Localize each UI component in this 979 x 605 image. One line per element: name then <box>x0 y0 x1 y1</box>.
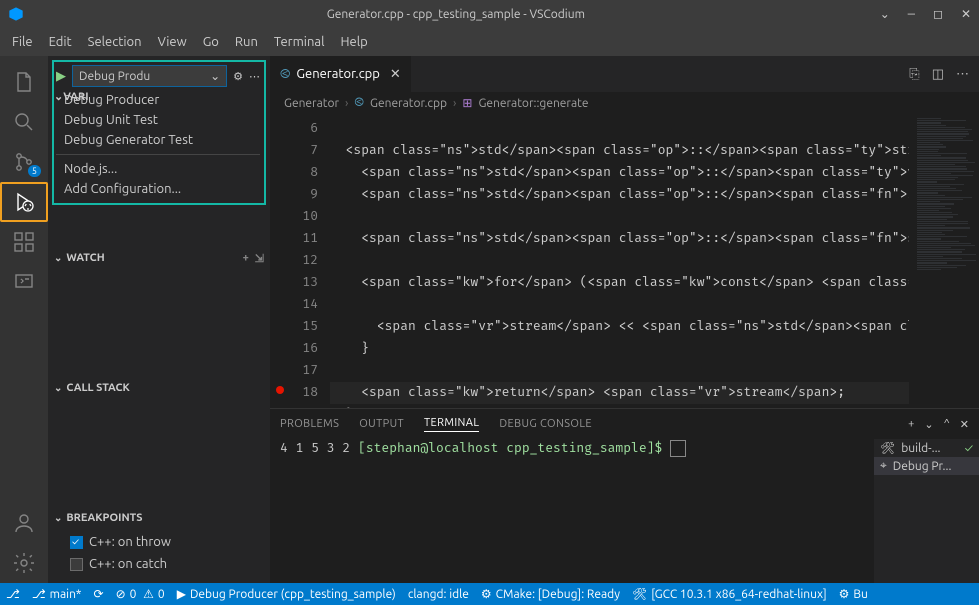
sync-icon[interactable]: ⟳ <box>94 587 104 601</box>
checkbox[interactable] <box>70 558 83 571</box>
title-bar: Generator.cpp - cpp_testing_sample - VSC… <box>0 0 979 28</box>
scm-icon[interactable]: 5 <box>0 142 48 182</box>
compare-icon[interactable]: ⎘ <box>909 67 919 82</box>
gear-icon[interactable]: ⚙ <box>233 70 243 83</box>
breakpoint-item[interactable]: C++: on catch <box>70 553 262 575</box>
callstack-section-header[interactable]: ⌄CALL STACK <box>48 377 270 399</box>
menu-terminal[interactable]: Terminal <box>266 28 333 56</box>
menu-view[interactable]: View <box>150 28 195 56</box>
tools-icon: 🛠 <box>880 441 895 455</box>
terminal-cursor <box>670 440 686 457</box>
minimap[interactable] <box>909 114 979 408</box>
explorer-icon[interactable] <box>0 62 48 102</box>
variables-section-header[interactable]: ⌄VARI <box>54 90 89 103</box>
menu-help[interactable]: Help <box>332 28 375 56</box>
debug-config-value: Debug Produ <box>79 70 150 83</box>
extensions-icon[interactable] <box>0 222 48 262</box>
problems-indicator[interactable]: ⊘ 0 ⚠ 0 <box>116 587 165 601</box>
panel-tabs: PROBLEMS OUTPUT TERMINAL DEBUG CONSOLE + ⌄ ^… <box>270 409 979 439</box>
breakpoint-item[interactable]: C++: on throw <box>70 531 262 553</box>
code-editor[interactable]: <span class="ns">std</span><span class="… <box>330 114 909 408</box>
build-status[interactable]: ⚙ Bu <box>839 587 868 601</box>
symbol-method-icon: ⊞ <box>462 96 472 110</box>
debug-side-panel: ▶ Debug Produ ⌄ ⚙ ⋯ Debug ProducerDebug … <box>48 56 270 583</box>
settings-icon[interactable] <box>0 543 48 583</box>
more-icon[interactable]: ⋯ <box>249 70 260 83</box>
config-option[interactable]: Debug Unit Test <box>56 110 260 130</box>
debug-config-select[interactable]: Debug Produ ⌄ <box>72 65 227 87</box>
account-icon[interactable] <box>0 503 48 543</box>
cmake-status[interactable]: ⚙ CMake: [Debug]: Ready <box>481 587 620 601</box>
scm-badge: 5 <box>28 165 41 177</box>
window-title: Generator.cpp - cpp_testing_sample - VSC… <box>32 8 880 21</box>
breadcrumb[interactable]: Generator› ⧀ Generator.cpp› ⊞ Generator:… <box>270 92 979 114</box>
menu-file[interactable]: File <box>4 28 41 56</box>
panel-tab-terminal[interactable]: TERMINAL <box>424 417 479 432</box>
line-gutter[interactable]: 678910111213141516171819 <box>270 114 330 408</box>
minimize-button[interactable]: ⌄ <box>880 7 890 22</box>
status-bar: ⎇ ⎇ main* ⟳ ⊘ 0 ⚠ 0 ▶ Debug Producer (cp… <box>0 583 979 605</box>
collapse-icon[interactable]: ⇲ <box>255 252 264 265</box>
tab-label: Generator.cpp <box>296 67 379 81</box>
git-branch[interactable]: ⎇ main* <box>32 587 82 601</box>
menu-run[interactable]: Run <box>227 28 266 56</box>
cpp-file-icon: ⧀ <box>280 67 290 82</box>
compiler-status[interactable]: 🛠 [GCC 10.3.1 x86_64-redhat-linux] <box>632 587 827 601</box>
close-panel-icon[interactable]: ✕ <box>960 418 969 431</box>
start-debug-button[interactable]: ▶ <box>56 69 66 84</box>
add-icon[interactable]: + <box>243 252 249 265</box>
more-actions-icon[interactable]: ⋯ <box>956 67 969 82</box>
app-icon <box>8 6 24 22</box>
panel-tab-debug-console[interactable]: DEBUG CONSOLE <box>499 418 592 430</box>
panel-tab-problems[interactable]: PROBLEMS <box>280 418 339 430</box>
remote-indicator[interactable]: ⎇ <box>6 587 20 601</box>
new-terminal-icon[interactable]: + <box>908 418 914 430</box>
run-debug-icon[interactable] <box>0 182 48 222</box>
terminal-dropdown-icon[interactable]: ⌄ <box>924 418 933 431</box>
minimize2-button[interactable]: — <box>908 7 915 22</box>
debug-status[interactable]: ▶ Debug Producer (cpp_testing_sample) <box>177 587 396 601</box>
config-option[interactable]: Node.js... <box>56 159 260 179</box>
tab-generator-cpp[interactable]: ⧀ Generator.cpp ✕ <box>270 56 412 92</box>
menu-selection[interactable]: Selection <box>80 28 150 56</box>
chevron-down-icon: ⌄ <box>210 69 220 83</box>
config-option[interactable]: Debug Generator Test <box>56 130 260 150</box>
cpp-file-icon: ⧀ <box>354 96 364 110</box>
split-editor-icon[interactable]: ◫ <box>932 67 944 82</box>
terminal-process[interactable]: ⌖Debug Pr... <box>874 457 979 475</box>
terminal-list[interactable]: 🛠build-...✓⌖Debug Pr... <box>874 439 979 583</box>
search-icon[interactable] <box>0 102 48 142</box>
watch-section-header[interactable]: ⌄WATCH +⇲ <box>48 247 270 269</box>
config-option[interactable]: Add Configuration... <box>56 179 260 199</box>
bug-icon: ⌖ <box>880 459 887 473</box>
check-icon: ✓ <box>965 442 973 455</box>
breakpoint-dot[interactable] <box>276 386 284 394</box>
panel-tab-output[interactable]: OUTPUT <box>359 418 404 430</box>
debug-config-dropdown[interactable]: Debug ProducerDebug Unit TestDebug Gener… <box>56 90 260 199</box>
editor-tabs: ⧀ Generator.cpp ✕ ⎘ ◫ ⋯ <box>270 56 979 92</box>
close-button[interactable]: ✕ <box>961 7 971 22</box>
activity-bar: 5 <box>0 56 48 583</box>
debug-config-highlight: ▶ Debug Produ ⌄ ⚙ ⋯ Debug ProducerDebug … <box>52 60 266 205</box>
menu-bar: FileEditSelectionViewGoRunTerminalHelp <box>0 28 979 56</box>
breakpoints-section-header[interactable]: ⌄BREAKPOINTS <box>48 507 270 529</box>
menu-edit[interactable]: Edit <box>41 28 80 56</box>
menu-go[interactable]: Go <box>195 28 227 56</box>
checkbox[interactable] <box>70 536 83 549</box>
clangd-status[interactable]: clangd: idle <box>408 588 469 601</box>
terminal-process[interactable]: 🛠build-...✓ <box>874 439 979 457</box>
close-tab-icon[interactable]: ✕ <box>390 67 401 82</box>
terminal-output[interactable]: 4 1 5 3 2 [stephan@localhost cpp_testing… <box>270 439 874 583</box>
maximize-button[interactable]: ◻ <box>933 7 943 22</box>
remote-icon[interactable] <box>0 262 48 302</box>
maximize-panel-icon[interactable]: ^ <box>944 418 950 430</box>
